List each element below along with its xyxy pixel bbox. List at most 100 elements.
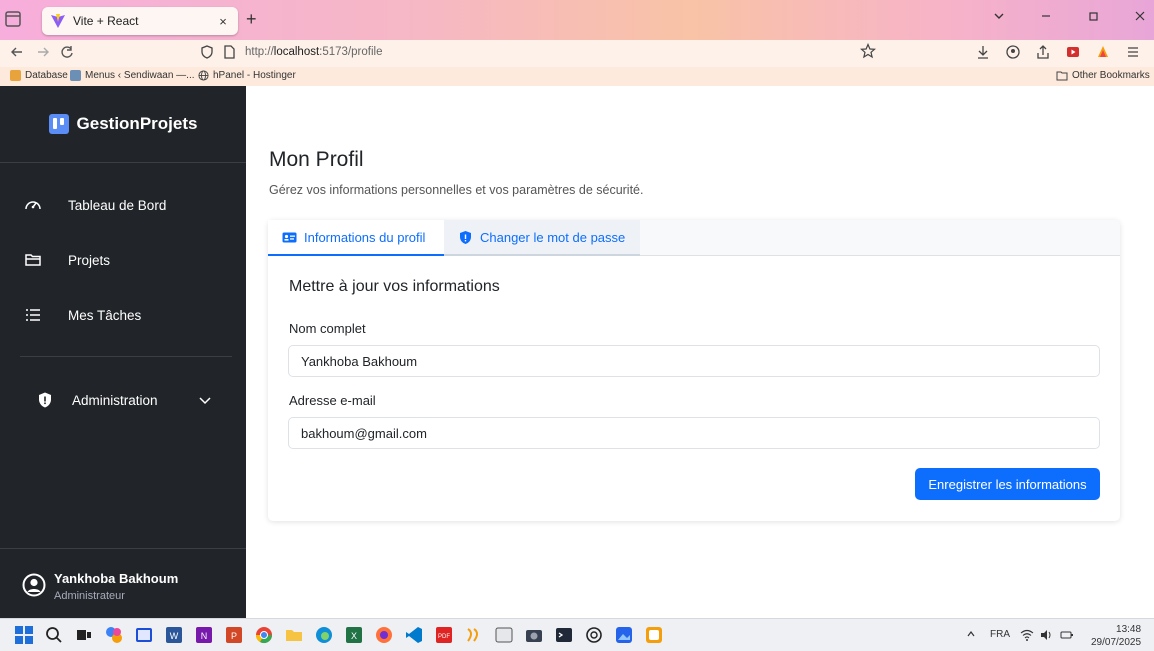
shield-icon bbox=[36, 391, 54, 409]
user-name: Yankhoba Bakhoum bbox=[54, 571, 179, 586]
bookmark-menus[interactable]: Menus ‹ Sendiwaan —... bbox=[70, 70, 195, 81]
bookmark-database[interactable]: Database bbox=[10, 70, 68, 81]
tab-change-password[interactable]: Changer le mot de passe bbox=[444, 220, 640, 256]
vscode-icon[interactable] bbox=[404, 625, 424, 645]
volume-icon[interactable] bbox=[1040, 629, 1054, 641]
search-icon[interactable] bbox=[44, 625, 64, 645]
clock-date: 29/07/2025 bbox=[1091, 637, 1142, 648]
forward-icon[interactable] bbox=[36, 45, 50, 59]
tab-profile-info[interactable]: Informations du profil bbox=[268, 220, 444, 256]
tab-list-icon[interactable] bbox=[4, 10, 26, 30]
extension-icon[interactable] bbox=[1095, 44, 1111, 60]
list-all-tabs-icon[interactable] bbox=[993, 10, 1005, 22]
minimize-icon[interactable] bbox=[1040, 10, 1052, 22]
tab-label: Changer le mot de passe bbox=[480, 229, 626, 245]
sidebar-item-dashboard[interactable]: Tableau de Bord bbox=[0, 190, 246, 220]
wifi-icon[interactable] bbox=[1020, 629, 1034, 641]
full-name-input[interactable] bbox=[288, 345, 1100, 377]
main-content: Mon Profil Gérez vos informations person… bbox=[246, 86, 1154, 618]
chrome-icon[interactable] bbox=[254, 625, 274, 645]
downloads-icon[interactable] bbox=[975, 44, 991, 60]
app: GestionProjets Tableau de Bord Projets M… bbox=[0, 86, 1154, 618]
folder-icon bbox=[1056, 70, 1068, 81]
app-icon[interactable] bbox=[464, 625, 484, 645]
email-input[interactable] bbox=[288, 417, 1100, 449]
bookmark-star-icon[interactable] bbox=[860, 43, 876, 59]
edge-icon[interactable] bbox=[314, 625, 334, 645]
avatar-icon bbox=[22, 573, 46, 597]
url-field[interactable]: http://localhost:5173/profile bbox=[245, 46, 382, 58]
reload-icon[interactable] bbox=[60, 45, 74, 59]
sidebar-item-label: Administration bbox=[72, 392, 158, 408]
sidebar: GestionProjets Tableau de Bord Projets M… bbox=[0, 86, 246, 618]
id-card-icon bbox=[282, 230, 297, 245]
onenote-icon[interactable]: N bbox=[194, 625, 214, 645]
globe-icon bbox=[198, 70, 209, 81]
clock-time: 13:48 bbox=[1116, 624, 1142, 635]
share-icon[interactable] bbox=[1035, 44, 1051, 60]
sidebar-item-projects[interactable]: Projets bbox=[0, 245, 246, 275]
language-indicator[interactable]: FRA bbox=[990, 629, 1010, 640]
gauge-icon bbox=[24, 196, 42, 214]
powerpoint-icon[interactable]: P bbox=[224, 625, 244, 645]
tray-chevron-up-icon[interactable] bbox=[966, 629, 976, 639]
new-tab-button[interactable]: + bbox=[246, 9, 257, 30]
copilot-icon[interactable] bbox=[104, 625, 124, 645]
pdf-icon[interactable]: PDF bbox=[434, 625, 454, 645]
svg-text:W: W bbox=[170, 631, 179, 641]
account-icon[interactable] bbox=[1005, 44, 1021, 60]
page-subtitle: Gérez vos informations personnelles et v… bbox=[269, 183, 644, 197]
browser-tab[interactable]: Vite + React × bbox=[42, 7, 238, 35]
save-info-button[interactable]: Enregistrer les informations bbox=[915, 468, 1100, 500]
sidebar-item-administration[interactable]: Administration bbox=[0, 385, 246, 415]
brand-name: GestionProjets bbox=[76, 114, 198, 133]
svg-text:PDF: PDF bbox=[438, 634, 450, 640]
other-bookmarks[interactable]: Other Bookmarks bbox=[1056, 70, 1150, 81]
terminal-icon[interactable] bbox=[554, 625, 574, 645]
battery-icon[interactable] bbox=[1060, 629, 1074, 641]
tracking-protection-icon[interactable] bbox=[200, 45, 214, 59]
sidebar-item-tasks[interactable]: Mes Tâches bbox=[0, 300, 246, 330]
tab-close-icon[interactable]: × bbox=[216, 14, 230, 29]
camera-icon[interactable] bbox=[524, 625, 544, 645]
back-icon[interactable] bbox=[10, 45, 24, 59]
photos-icon[interactable] bbox=[614, 625, 634, 645]
brand[interactable]: GestionProjets bbox=[0, 86, 246, 163]
svg-text:N: N bbox=[201, 631, 208, 641]
url-path: :5173/profile bbox=[319, 46, 383, 58]
file-explorer-icon[interactable] bbox=[284, 625, 304, 645]
start-icon[interactable] bbox=[14, 625, 34, 645]
taskbar: W N P X PDF FRA 13:48 29/07/2025 bbox=[0, 618, 1154, 651]
youtube-extension-icon[interactable] bbox=[1065, 44, 1081, 60]
restore-icon[interactable] bbox=[1088, 10, 1100, 22]
sidebar-item-label: Mes Tâches bbox=[68, 307, 142, 323]
chatgpt-icon[interactable] bbox=[584, 625, 604, 645]
database-icon bbox=[10, 70, 21, 81]
word-icon[interactable]: W bbox=[164, 625, 184, 645]
folder-icon bbox=[24, 251, 42, 269]
page-title: Mon Profil bbox=[269, 148, 364, 171]
task-view-icon[interactable] bbox=[74, 625, 94, 645]
url-prefix: http:// bbox=[245, 46, 274, 58]
bookmark-hpanel[interactable]: hPanel - Hostinger bbox=[198, 70, 296, 81]
page-info-icon[interactable] bbox=[222, 45, 236, 59]
list-icon bbox=[24, 306, 42, 324]
site-icon bbox=[70, 70, 81, 81]
close-window-icon[interactable] bbox=[1134, 10, 1146, 22]
navigation-bar: http://localhost:5173/profile bbox=[0, 40, 1154, 67]
database-app-icon[interactable] bbox=[644, 625, 664, 645]
shield-icon bbox=[458, 230, 473, 245]
app-menu-icon[interactable] bbox=[1125, 44, 1141, 60]
chevron-down-icon[interactable] bbox=[198, 393, 212, 407]
ime-icon[interactable] bbox=[494, 625, 514, 645]
url-host: localhost bbox=[273, 46, 320, 58]
email-label: Adresse e-mail bbox=[289, 393, 376, 408]
user-profile-box[interactable]: Yankhoba Bakhoum Administrateur bbox=[0, 548, 246, 618]
firefox-icon[interactable] bbox=[374, 625, 394, 645]
vite-favicon-icon bbox=[51, 14, 65, 28]
excel-icon[interactable]: X bbox=[344, 625, 364, 645]
name-label: Nom complet bbox=[289, 321, 366, 336]
clock[interactable]: 13:48 29/07/2025 bbox=[1091, 623, 1141, 649]
kanban-icon bbox=[48, 114, 69, 134]
app-window-icon[interactable] bbox=[134, 625, 154, 645]
